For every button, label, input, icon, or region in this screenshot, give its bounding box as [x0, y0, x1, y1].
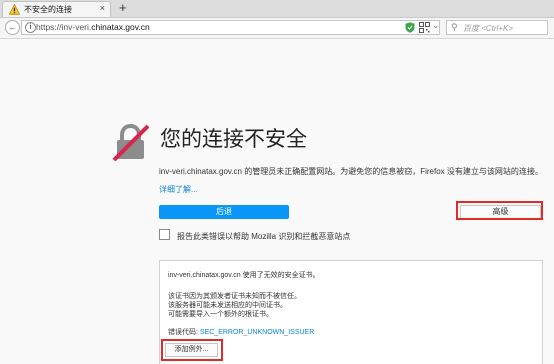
search-bar[interactable]: ⚲ 百度 <Ctrl+K>: [446, 20, 548, 35]
warning-icon: [9, 4, 20, 15]
shield-icon[interactable]: [405, 22, 415, 33]
error-code-link[interactable]: SEC_ERROR_UNKNOWN_ISSUER: [200, 329, 314, 336]
learn-more-link[interactable]: 详细了解...: [159, 184, 198, 195]
report-checkbox[interactable]: [159, 229, 170, 240]
go-back-button[interactable]: 后退: [159, 205, 289, 219]
cert-invalid-text: inv-veri.chinatax.gov.cn 使用了无效的安全证书。: [168, 272, 320, 279]
error-description: inv-veri.chinatax.gov.cn 的管理员未正确配置网站。为避免…: [159, 167, 543, 176]
search-icon: ⚲: [451, 22, 458, 32]
url-domain: chinatax.gov.cn: [91, 22, 150, 32]
report-label: 报告此类错误以帮助 Mozilla 识别和拦截恶意站点: [177, 232, 351, 241]
navigation-bar: ← i https://inv-veri.chinatax.gov.cn ⌄ ⚲…: [0, 18, 554, 39]
broken-lock-icon: [112, 124, 149, 161]
tab-insecure-connection[interactable]: 不安全的连接 ×: [2, 1, 111, 17]
search-placeholder: 百度 <Ctrl+K>: [463, 24, 514, 33]
error-code-row: 错误代码: SEC_ERROR_UNKNOWN_ISSUER: [168, 327, 314, 337]
tab-bar: 不安全的连接 × +: [0, 0, 554, 18]
tab-title: 不安全的连接: [24, 5, 72, 14]
tab-close-icon[interactable]: ×: [100, 3, 105, 13]
url-bar[interactable]: i https://inv-veri.chinatax.gov.cn ⌄: [21, 20, 440, 35]
page-title: 您的连接不安全: [160, 128, 307, 151]
error-code-label: 错误代码:: [168, 329, 198, 336]
root-cert-text: 可能需要导入一个额外的根证书。: [168, 311, 273, 318]
new-tab-button[interactable]: +: [119, 0, 127, 16]
url-text[interactable]: https://inv-veri.chinatax.gov.cn: [36, 22, 150, 32]
url-dropdown-icon[interactable]: ⌄: [432, 20, 440, 31]
advanced-highlight-box: [456, 201, 543, 220]
url-prefix: https://inv-veri.: [36, 22, 92, 32]
info-icon[interactable]: i: [25, 22, 36, 33]
qr-code-icon[interactable]: [419, 22, 430, 33]
back-arrow-icon[interactable]: ←: [5, 20, 20, 35]
add-exception-highlight-box: [161, 339, 223, 361]
